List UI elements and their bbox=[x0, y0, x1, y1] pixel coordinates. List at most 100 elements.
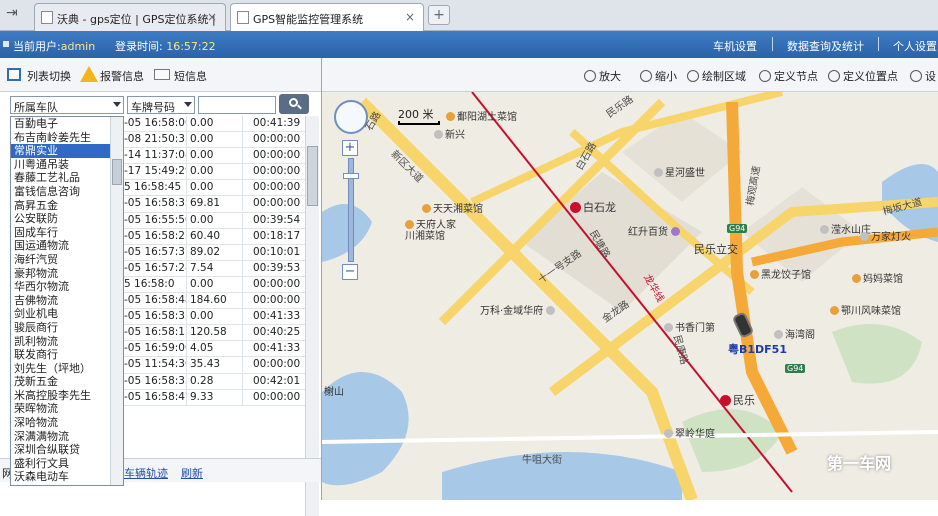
fleet-option[interactable]: 深哈物流 bbox=[11, 416, 123, 430]
fleet-option[interactable]: 剑业机电 bbox=[11, 307, 123, 321]
table-row[interactable]: -05 16:58:350.00 00:41:33 bbox=[122, 309, 306, 326]
poi-label[interactable]: 翠岭华庭 bbox=[664, 425, 715, 440]
poi-label[interactable]: 民乐立交 bbox=[694, 241, 738, 257]
table-row[interactable]: -14 11:37:080.00 00:00:00 bbox=[122, 148, 306, 165]
list-toggle-button[interactable]: 列表切换 bbox=[27, 68, 71, 84]
sms-button[interactable]: 短信息 bbox=[174, 68, 207, 84]
poi-label[interactable]: 天天湘菜馆 bbox=[422, 200, 483, 215]
fleet-option[interactable]: 深圳合纵联贷 bbox=[11, 443, 123, 457]
poi-label[interactable]: 妈妈菜馆 bbox=[852, 270, 903, 285]
table-row[interactable]: -05 16:58:479.33 00:00:00 bbox=[122, 389, 306, 406]
table-row[interactable]: -05 16:58:13120.58 00:40:25 bbox=[122, 325, 306, 342]
poi-label[interactable]: 黑龙饺子馆 bbox=[750, 266, 811, 281]
fleet-select[interactable]: 所属车队 bbox=[10, 96, 124, 114]
fleet-option[interactable]: 沃森电动车 bbox=[11, 470, 123, 484]
fleet-option[interactable]: 豪邦物流 bbox=[11, 267, 123, 281]
menu-data-query[interactable]: 数据查询及统计 bbox=[787, 38, 864, 54]
zoom-out-tool[interactable]: 缩小 bbox=[640, 68, 677, 84]
browser-tab-gps-monitor[interactable]: GPS智能监控管理系统 × bbox=[230, 3, 424, 32]
fleet-option[interactable]: 荣晖物流 bbox=[11, 402, 123, 416]
fleet-option[interactable]: 深满满物流 bbox=[11, 430, 123, 444]
fleet-option[interactable]: 吉佛物流 bbox=[11, 294, 123, 308]
poi-label[interactable]: 万家灯火 bbox=[860, 228, 911, 243]
table-row[interactable]: -05 11:54:3035.43 00:00:00 bbox=[122, 357, 306, 374]
table-row[interactable]: 5 16:58:0 0.00 00:00:00 bbox=[122, 276, 306, 294]
poi-label[interactable]: 万科·金域华府 bbox=[480, 302, 557, 317]
table-row[interactable]: -05 16:58:2560.40 00:18:17 bbox=[122, 228, 306, 245]
fleet-option[interactable]: 骏辰商行 bbox=[11, 321, 123, 335]
zoom-in-button[interactable]: + bbox=[342, 140, 358, 156]
refresh-link[interactable]: 刷新 bbox=[181, 465, 203, 481]
fleet-option[interactable]: 联发商行 bbox=[11, 348, 123, 362]
fleet-option[interactable]: 布吉南岭姜先生 bbox=[11, 131, 123, 145]
table-row[interactable]: 5 16:58:45 0.00 00:00:00 bbox=[122, 180, 306, 197]
poi-label[interactable]: 海湾阁 bbox=[774, 326, 815, 341]
menu-personal-settings[interactable]: 个人设置 bbox=[893, 38, 937, 54]
warning-icon[interactable] bbox=[80, 66, 98, 82]
fleet-option[interactable]: 富钱信息咨询 bbox=[11, 185, 123, 199]
close-icon[interactable]: × bbox=[405, 10, 415, 24]
table-row[interactable]: -17 15:49:290.00 00:00:00 bbox=[122, 164, 306, 181]
map-view[interactable]: 放大 缩小 绘制区域 定义节点 定义位置点 设 + − 200 米 鄱阳湖土菜馆… bbox=[322, 58, 938, 500]
fleet-option[interactable]: 米高控股李先生 bbox=[11, 389, 123, 403]
fleet-option[interactable]: 公安联防 bbox=[11, 212, 123, 226]
poi-label[interactable]: 鄂川风味菜馆 bbox=[830, 302, 901, 317]
fleet-option[interactable]: 茂新五金 bbox=[11, 375, 123, 389]
vehicle-plate-label[interactable]: 粤B1DF51 bbox=[728, 341, 787, 357]
fleet-option[interactable]: 凯利物流 bbox=[11, 335, 123, 349]
close-icon[interactable]: × bbox=[207, 10, 217, 24]
search-button[interactable] bbox=[279, 94, 309, 114]
define-point-tool[interactable]: 定义位置点 bbox=[828, 68, 898, 84]
pan-control[interactable] bbox=[334, 100, 368, 134]
zoom-in-tool[interactable]: 放大 bbox=[584, 68, 621, 84]
fleet-dropdown-list[interactable]: 百勤电子 布吉南岭姜先生 常鼎实业 川粤通吊装 春藤工艺礼品 富钱信息咨询 高昇五金 公安联防… bbox=[10, 116, 124, 486]
fleet-option[interactable]: 川粤通吊装 bbox=[11, 158, 123, 172]
fleet-option[interactable]: 盛利行文具 bbox=[11, 457, 123, 471]
fleet-option[interactable]: 高昇五金 bbox=[11, 199, 123, 213]
poi-label[interactable]: 天府人家川湘菜馆 bbox=[405, 220, 465, 242]
poi-label[interactable]: 新兴 bbox=[434, 126, 465, 141]
table-row[interactable]: -05 16:58:350.28 00:42:01 bbox=[122, 373, 306, 390]
search-input[interactable] bbox=[198, 96, 276, 114]
fleet-option[interactable]: 常鼎实业 bbox=[11, 144, 123, 158]
poi-label[interactable]: 书香门第 bbox=[664, 319, 715, 334]
zoom-out-button[interactable]: − bbox=[342, 264, 358, 280]
table-row[interactable]: -05 16:59:004.05 00:41:33 bbox=[122, 341, 306, 358]
table-row[interactable]: -05 16:58:48184.60 00:00:00 bbox=[122, 293, 306, 310]
table-row[interactable]: -05 16:58:3569.81 00:00:00 bbox=[122, 196, 306, 213]
draw-area-tool[interactable]: 绘制区域 bbox=[687, 68, 746, 84]
poi-label[interactable]: 星河盛世 bbox=[654, 164, 705, 179]
poi-label[interactable]: 红升百货 bbox=[628, 223, 682, 238]
zoom-slider-handle[interactable] bbox=[343, 173, 359, 179]
fleet-option[interactable]: 春藤工艺礼品 bbox=[11, 171, 123, 185]
plate-select[interactable]: 车牌号码 bbox=[127, 96, 195, 114]
metro-station-label[interactable]: 民乐 bbox=[720, 392, 755, 408]
poi-label[interactable]: 鄱阳湖土菜馆 bbox=[446, 108, 517, 123]
table-row[interactable]: -05 16:57:3789.02 00:10:01 bbox=[122, 244, 306, 261]
fleet-option[interactable]: 海纤汽贸 bbox=[11, 253, 123, 267]
map-canvas[interactable] bbox=[322, 92, 938, 500]
poi-label[interactable]: 榭山 bbox=[324, 383, 344, 398]
browser-tab-gps-location[interactable]: 沃典 - gps定位 | GPS定位系统 | × bbox=[34, 3, 226, 31]
new-tab-button[interactable]: + bbox=[428, 5, 450, 25]
dropdown-scrollbar[interactable] bbox=[110, 117, 123, 485]
vehicle-track-link[interactable]: 车辆轨迹 bbox=[124, 465, 168, 481]
scrollbar-thumb[interactable] bbox=[307, 146, 318, 206]
define-node-tool[interactable]: 定义节点 bbox=[759, 68, 818, 84]
list-toggle-icon[interactable] bbox=[7, 68, 21, 81]
table-row[interactable]: -05 16:58:060.00 00:41:39 bbox=[122, 116, 306, 133]
table-scrollbar[interactable] bbox=[305, 116, 319, 516]
table-row[interactable]: -05 16:55:500.00 00:39:54 bbox=[122, 212, 306, 229]
fleet-option[interactable]: 刘先生（坪地） bbox=[11, 362, 123, 376]
fleet-option[interactable]: 固成车行 bbox=[11, 226, 123, 240]
fleet-option[interactable]: 华西尔物流 bbox=[11, 280, 123, 294]
metro-station-label[interactable]: 白石龙 bbox=[570, 199, 616, 215]
table-row[interactable]: -05 16:57:287.54 00:39:53 bbox=[122, 260, 306, 277]
sidebar-toggle-icon[interactable]: ⇥ bbox=[6, 5, 28, 25]
fleet-option[interactable]: 百勤电子 bbox=[11, 117, 123, 131]
menu-device-settings[interactable]: 车机设置 bbox=[713, 38, 757, 54]
alarm-info-button[interactable]: 报警信息 bbox=[100, 68, 144, 84]
table-row[interactable]: -08 21:50:350.00 00:00:00 bbox=[122, 132, 306, 149]
scrollbar-thumb[interactable] bbox=[112, 159, 122, 185]
settings-tool[interactable]: 设 bbox=[910, 68, 936, 84]
